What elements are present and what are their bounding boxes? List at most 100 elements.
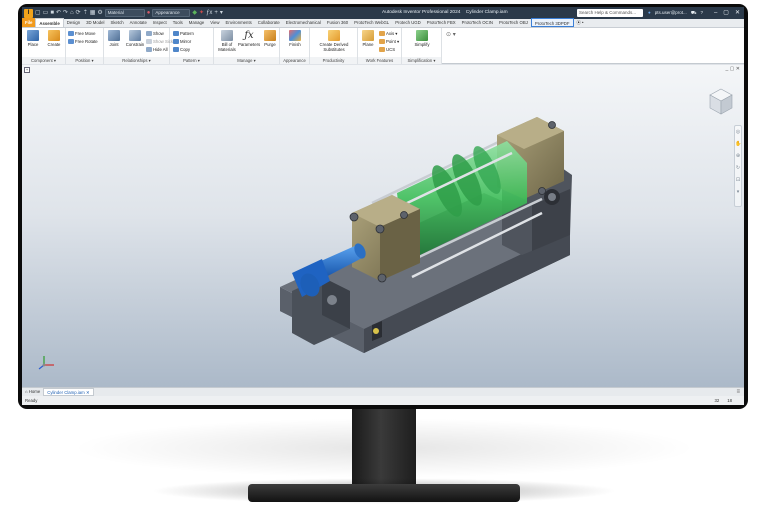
status-counts: 32 18 xyxy=(714,396,732,405)
hide-all-icon xyxy=(146,47,152,52)
bill-of-materials-button[interactable]: Bill of Materials xyxy=(216,30,238,52)
panel-work-features: Plane Axis ▾ Point ▾ UCS Work Features xyxy=(358,28,402,64)
graphics-viewport[interactable]: + _ ▢ ✕ ◎ ✋ ⊕ ↻ ⊡ ▾ xyxy=(22,65,744,395)
cylinder-clamp-model[interactable] xyxy=(252,95,582,355)
panel-label-component[interactable]: Component ▾ xyxy=(22,57,65,64)
steering-wheel-icon[interactable]: ◎ xyxy=(735,126,741,138)
tab-more[interactable]: ⦿ • xyxy=(574,18,587,27)
minimize-icon[interactable]: – xyxy=(714,7,717,19)
panel-label-relationships[interactable]: Relationships ▾ xyxy=(104,57,169,64)
create-button[interactable]: Create xyxy=(44,30,64,47)
create-derived-substitutes-button[interactable]: Create Derived Substitutes xyxy=(314,30,354,52)
tab-design[interactable]: Design xyxy=(64,18,83,27)
zoom-icon[interactable]: ⊕ xyxy=(735,150,741,162)
tab-sketch[interactable]: Sketch xyxy=(108,18,127,27)
simplify-button[interactable]: Simplify xyxy=(412,30,432,47)
ucs-button[interactable]: UCS xyxy=(379,46,395,53)
status-text: Ready xyxy=(25,398,38,403)
tab-inspect[interactable]: Inspect xyxy=(150,18,170,27)
bom-label: Bill of Materials xyxy=(218,42,236,52)
panel-label-position[interactable]: Position ▾ xyxy=(66,57,103,64)
cart-icon[interactable]: ⛟ xyxy=(691,7,697,19)
tab-prototech-obj[interactable]: ProtoTech OBJ xyxy=(496,18,531,27)
fx-icon: ƒx xyxy=(244,30,254,41)
point-button[interactable]: Point ▾ xyxy=(379,38,399,45)
appearance-dropdown[interactable]: Appearance xyxy=(152,9,191,17)
tab-prototech-fbx[interactable]: ProtoTech FBX xyxy=(424,18,459,27)
inventor-logo-icon[interactable]: I xyxy=(24,8,33,18)
search-input[interactable]: Search Help & Commands... xyxy=(577,9,643,17)
material-dropdown[interactable]: Material xyxy=(104,9,145,17)
free-move-button[interactable]: Free Move xyxy=(68,30,96,37)
show-sick-button[interactable]: Show Sick xyxy=(146,38,173,45)
tab-manage[interactable]: Manage xyxy=(186,18,208,27)
viewport-window-controls[interactable]: _ ▢ ✕ xyxy=(726,66,740,72)
user-icon: ● xyxy=(648,10,651,15)
show-button[interactable]: Show xyxy=(146,30,164,37)
help-icon[interactable]: ? xyxy=(700,7,703,19)
tab-protech-ugd[interactable]: Protech UGD xyxy=(392,18,424,27)
mirror-label: Mirror xyxy=(180,39,192,44)
show-label: Show xyxy=(153,31,164,36)
create-derived-label: Create Derived Substitutes xyxy=(319,42,349,52)
finish-label: Finish xyxy=(289,42,301,47)
panel-label-simplification[interactable]: Simplification ▾ xyxy=(402,57,441,64)
panel-label-manage[interactable]: Manage ▾ xyxy=(214,57,279,64)
constrain-button[interactable]: Constrain xyxy=(124,30,146,47)
document-name: Cylinder Clamp.iam xyxy=(465,10,508,15)
joint-icon xyxy=(108,30,120,41)
panel-simplification: Simplify Simplification ▾ xyxy=(402,28,442,64)
slot-bolt xyxy=(373,328,379,334)
tab-prototech-3dpdf[interactable]: ProtoTech 3DPDF xyxy=(530,18,574,27)
tab-list-icon[interactable]: ≡ xyxy=(736,389,740,395)
ribbon-tabs: File Assemble Design 3D Model Sketch Ann… xyxy=(22,18,744,28)
place-button[interactable]: Place xyxy=(23,30,43,47)
close-icon[interactable]: ✕ xyxy=(735,7,740,19)
tab-assemble[interactable]: Assemble xyxy=(35,18,64,27)
view-cube[interactable] xyxy=(708,87,734,117)
look-at-icon[interactable]: ⊡ xyxy=(735,174,741,186)
purge-label: Purge xyxy=(264,42,276,47)
tab-file[interactable]: File xyxy=(22,18,36,27)
pattern-button[interactable]: Pattern xyxy=(173,30,194,37)
maximize-icon[interactable]: ▢ xyxy=(723,7,729,19)
free-rotate-label: Free Rotate xyxy=(75,39,98,44)
finish-button[interactable]: Finish xyxy=(285,30,305,47)
viewport-menu-icon[interactable]: + xyxy=(24,67,30,73)
panel-component: Place Create Component ▾ xyxy=(22,28,66,64)
user-name[interactable]: pts.user@prot... xyxy=(655,7,687,19)
home-tab[interactable]: ⌂ Home xyxy=(22,388,43,396)
purge-broom-icon xyxy=(264,30,276,41)
tab-collaborate[interactable]: Collaborate xyxy=(255,18,283,27)
orbit-icon[interactable]: ↻ xyxy=(735,162,741,174)
user-area: ● pts.user@prot... ⛟ ? xyxy=(648,7,703,19)
tab-prototech-webgl[interactable]: ProtoTech WebGL xyxy=(351,18,392,27)
tab-fusion-360[interactable]: Fusion 360 xyxy=(324,18,351,27)
parameters-button[interactable]: ƒx Parameters xyxy=(238,30,260,47)
document-tab-close-icon[interactable]: ✕ xyxy=(86,390,90,395)
tab-environments[interactable]: Environments xyxy=(223,18,255,27)
tab-tools[interactable]: Tools xyxy=(170,18,186,27)
tab-electromechanical[interactable]: Electromechanical xyxy=(283,18,324,27)
tab-annotate[interactable]: Annotate xyxy=(127,18,150,27)
ribbon-options-icon[interactable]: ⊙ ▾ xyxy=(446,31,456,38)
pattern-label: Pattern xyxy=(180,31,194,36)
purge-button[interactable]: Purge xyxy=(260,30,280,47)
nav-bar-menu-icon[interactable]: ▾ xyxy=(735,186,741,198)
hide-all-button[interactable]: Hide All xyxy=(146,46,168,53)
cap-bolt-1 xyxy=(349,212,359,222)
monitor-stand-base xyxy=(248,484,520,502)
panel-label-pattern[interactable]: Pattern ▾ xyxy=(170,57,213,64)
tab-3d-model[interactable]: 3D Model xyxy=(83,18,107,27)
document-tab-cylinder-clamp[interactable]: Cylinder Clamp.iam ✕ xyxy=(43,388,94,396)
tab-view[interactable]: View xyxy=(207,18,222,27)
tab-prototech-ocin[interactable]: ProtoTech OCIN xyxy=(459,18,496,27)
plane-button[interactable]: Plane xyxy=(358,30,378,47)
free-rotate-button[interactable]: Free Rotate xyxy=(68,38,98,45)
pan-icon[interactable]: ✋ xyxy=(735,138,741,150)
constrain-icon xyxy=(129,30,141,41)
mirror-button[interactable]: Mirror xyxy=(173,38,191,45)
joint-button[interactable]: Joint xyxy=(104,30,124,47)
copy-button[interactable]: Copy xyxy=(173,46,190,53)
axis-button[interactable]: Axis ▾ xyxy=(379,30,397,37)
